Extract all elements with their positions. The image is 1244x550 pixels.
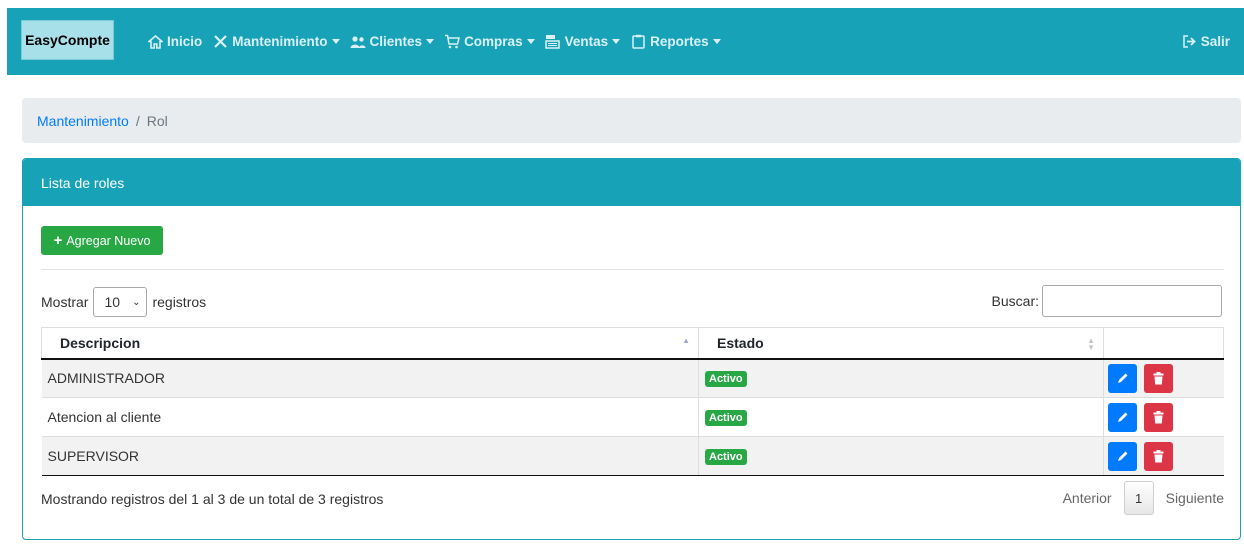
prev-page-button[interactable]: Anterior: [1063, 490, 1112, 506]
sign-out-icon: [1182, 35, 1197, 48]
nav-item-label: Inicio: [167, 34, 203, 49]
caret-down-icon: [612, 39, 621, 44]
home-icon: [147, 34, 163, 50]
sort-both-icon: ▲ ▼: [1087, 336, 1095, 352]
column-header-estado[interactable]: Estado ▲ ▼: [698, 327, 1104, 360]
edit-button[interactable]: [1108, 441, 1137, 471]
caret-down-icon: [331, 39, 340, 44]
chevron-down-icon: ⌄: [132, 296, 141, 308]
cell-descripcion: Atencion al cliente: [41, 397, 699, 437]
breadcrumb-link-mantenimiento[interactable]: Mantenimiento: [37, 113, 129, 129]
nav-item-label: Clientes: [369, 34, 423, 49]
table-info: Mostrando registros del 1 al 3 de un tot…: [41, 491, 384, 507]
add-new-button[interactable]: + Agregar Nuevo: [41, 226, 163, 255]
pencil-icon: [1118, 412, 1128, 422]
delete-button[interactable]: [1143, 402, 1173, 432]
page-length-value: 10: [104, 294, 121, 310]
table-row: Atencion al cliente Activo: [41, 397, 1224, 437]
page-length-control: Mostrar 10 ⌄ registros: [41, 287, 206, 317]
status-badge: Activo: [705, 410, 747, 426]
nav-item-compras[interactable]: Compras: [444, 34, 535, 50]
sort-asc-icon: ▲: [682, 336, 690, 345]
card-title: Lista de roles: [23, 159, 1240, 206]
column-header-actions: [1103, 327, 1224, 360]
breadcrumb-current: Rol: [146, 112, 168, 129]
trash-icon: [1153, 371, 1164, 385]
caret-down-icon: [426, 39, 435, 44]
roles-card: Lista de roles + Agregar Nuevo Mostrar 1…: [22, 158, 1241, 540]
cell-estado: Activo: [698, 436, 1104, 476]
nav-item-ventas[interactable]: Ventas: [545, 34, 621, 50]
search-label: Buscar:: [991, 293, 1039, 309]
cell-descripcion: ADMINISTRADOR: [41, 358, 699, 398]
breadcrumb: Mantenimiento / Rol: [22, 98, 1241, 143]
edit-button[interactable]: [1108, 402, 1137, 432]
nav-item-reportes[interactable]: Reportes: [630, 34, 721, 50]
plus-icon: +: [53, 232, 63, 249]
cell-actions: [1103, 358, 1224, 398]
search-control: Buscar:: [992, 285, 1222, 317]
divider: [41, 269, 1224, 270]
edit-button[interactable]: [1108, 363, 1137, 393]
cell-descripcion: SUPERVISOR: [41, 436, 699, 476]
records-label: registros: [152, 294, 207, 310]
status-badge: Activo: [705, 449, 747, 465]
top-navbar: EasyCompte Inicio Mantenimiento Clientes: [7, 8, 1244, 75]
caret-down-icon: [712, 39, 721, 44]
nav-item-label: Reportes: [650, 34, 709, 49]
pencil-icon: [1118, 373, 1128, 383]
page-length-select[interactable]: 10 ⌄: [93, 287, 148, 317]
cell-actions: [1103, 436, 1224, 476]
cell-estado: Activo: [698, 358, 1104, 398]
roles-table: Descripcion ▲ Estado ▲ ▼ ADMINISTRADOR Ac…: [41, 327, 1224, 476]
show-label: Mostrar: [41, 294, 89, 310]
nav-item-inicio[interactable]: Inicio: [147, 34, 202, 50]
next-page-button[interactable]: Siguiente: [1166, 490, 1224, 506]
tools-icon: [212, 34, 228, 50]
table-row: SUPERVISOR Activo: [41, 436, 1224, 476]
brand-logo[interactable]: EasyCompte: [21, 20, 114, 60]
caret-down-icon: [526, 39, 535, 44]
column-header-descripcion[interactable]: Descripcion ▲: [41, 327, 699, 360]
delete-button[interactable]: [1143, 441, 1173, 471]
nav-item-label: Mantenimiento: [232, 34, 328, 49]
nav-item-label: Compras: [464, 34, 523, 49]
trash-icon: [1153, 449, 1164, 462]
nav-menu: Inicio Mantenimiento Clientes Compras Ve…: [147, 8, 731, 75]
nav-item-mantenimiento[interactable]: Mantenimiento: [212, 34, 340, 50]
nav-item-clientes[interactable]: Clientes: [350, 34, 435, 50]
pagination: Anterior 1 Siguiente: [1063, 481, 1224, 515]
cell-estado: Activo: [698, 397, 1104, 437]
delete-button[interactable]: [1143, 363, 1173, 393]
clipboard-icon: [630, 34, 646, 50]
search-input[interactable]: [1042, 285, 1222, 317]
status-badge: Activo: [705, 371, 747, 388]
page-1-button[interactable]: 1: [1123, 481, 1154, 515]
add-new-label: Agregar Nuevo: [66, 233, 151, 248]
logout-label: Salir: [1200, 34, 1230, 49]
trash-icon: [1153, 410, 1164, 423]
breadcrumb-separator: /: [135, 112, 140, 129]
cell-actions: [1103, 397, 1224, 437]
users-icon: [350, 34, 366, 50]
cart-icon: [444, 34, 461, 50]
pencil-icon: [1118, 451, 1128, 461]
logout-link[interactable]: Salir: [1182, 8, 1230, 75]
table-row: ADMINISTRADOR Activo: [41, 358, 1224, 398]
cash-register-icon: [545, 34, 561, 50]
nav-item-label: Ventas: [564, 34, 609, 49]
